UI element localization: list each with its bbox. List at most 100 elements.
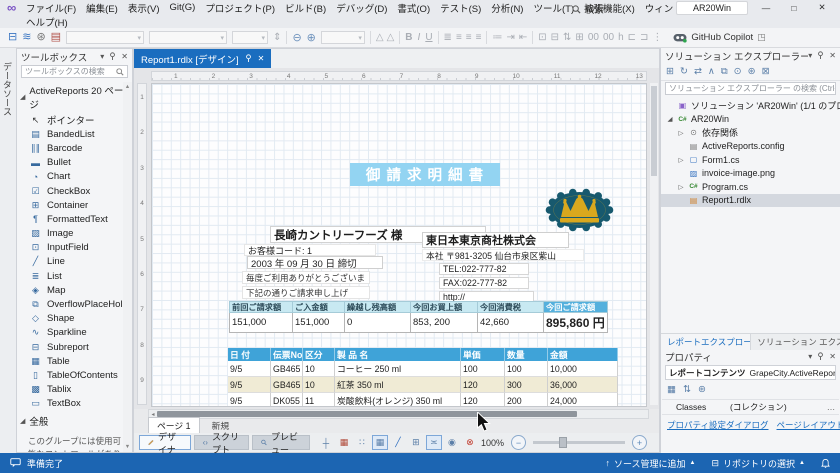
menu-item[interactable]: デバッグ(D) — [336, 1, 387, 15]
toolbox-item[interactable]: ▨ Image — [17, 227, 132, 241]
expander-icon[interactable]: ▷ — [677, 129, 685, 137]
detail-row[interactable]: 9/5 GB465 10 コーヒー 250 ml 100 100 10,000 — [228, 361, 618, 377]
solution-explorer-tool-icon[interactable]: ∧ — [708, 66, 715, 77]
layers-icon[interactable]: ≋ — [22, 32, 31, 43]
summary-header-cell[interactable]: 繰越し残高額 — [345, 301, 411, 313]
summary-header-cell[interactable]: 今回消費税 — [478, 301, 544, 313]
toolbox-item[interactable]: ◇ Shape — [17, 312, 132, 326]
designer-option-icon[interactable]: ≍ — [425, 435, 442, 450]
summary-value-cell[interactable]: 151,000 — [293, 313, 345, 333]
toolbox-scrollbar[interactable]: ▲ ▼ — [123, 82, 132, 452]
detail-row[interactable]: 9/5 DK055 11 炭酸飲料(オレンジ) 350 ml 120 200 2… — [228, 393, 618, 406]
detail-header-cell[interactable]: 日 付 — [228, 348, 271, 361]
format-icon[interactable]: ⋮ — [652, 32, 662, 43]
chevron-down-icon[interactable]: ▾ — [100, 52, 104, 61]
detail-header-cell[interactable]: 区分 — [303, 348, 335, 361]
expander-icon[interactable]: ▷ — [677, 156, 685, 164]
align-icon[interactable]: ≡ — [456, 32, 462, 43]
summary-value-cell[interactable]: 151,000 — [229, 313, 293, 333]
chevron-down-icon[interactable]: ▾ — [808, 51, 812, 60]
company-tel-textbox[interactable]: TEL:022-777-82 — [439, 263, 529, 275]
menu-item[interactable]: 表示(V) — [128, 1, 160, 15]
underline-button[interactable]: U — [425, 32, 432, 43]
detail-header-cell[interactable]: 金額 — [548, 348, 618, 361]
toolbox-search-input[interactable]: ツールボックスの検索 — [21, 65, 128, 78]
pin-icon[interactable] — [245, 54, 252, 63]
tree-item[interactable]: ◢ C# AR20Win — [661, 113, 840, 127]
designer-option-icon[interactable]: ▦ — [371, 435, 388, 450]
pin-icon[interactable] — [817, 352, 824, 361]
close-icon[interactable]: ✕ — [829, 352, 836, 361]
detail-table[interactable]: 日 付伝票No 区分製 品 名単価 数量 金額 9/5 GB465 10 コーヒー 2… — [228, 348, 618, 406]
close-button[interactable]: ✕ — [808, 0, 836, 15]
format-icon[interactable]: ⊐ — [640, 32, 648, 43]
shape-tool-icon[interactable]: △ — [376, 32, 384, 43]
zoom-out-button[interactable]: − — [511, 435, 526, 450]
greeting-line1-textbox[interactable]: 毎度ご利用ありがとうございま — [242, 271, 370, 284]
bold-button[interactable]: B — [405, 32, 412, 43]
summary-value-cell[interactable]: 895,860 円 — [544, 313, 608, 333]
format-icon[interactable]: 00 — [603, 32, 614, 43]
row-height-icon[interactable]: ⇕ — [273, 32, 281, 43]
customer-code-textbox[interactable]: お客様コード: 1 — [244, 244, 376, 256]
italic-button[interactable]: I — [418, 32, 421, 43]
tree-item[interactable]: ▤ ActiveReports.config — [661, 140, 840, 154]
report-title-textbox[interactable]: 御 請 求 明 細 書 — [350, 163, 500, 186]
tree-item[interactable]: ▣ ソリューション 'AR20Win' (1/1 のプロジェクト) — [661, 99, 840, 113]
solution-explorer-tool-icon[interactable]: ⇄ — [694, 66, 702, 77]
zoom-level-dropdown[interactable]: ▾ — [320, 31, 365, 44]
ellipsis-button[interactable]: … — [823, 402, 839, 412]
menu-item[interactable]: 書式(O) — [397, 1, 430, 15]
quick-search[interactable]: 検索 ▾ — [572, 2, 612, 16]
company-address-textbox[interactable]: 本社 〒981-3205 仙台市泉区紫山 — [422, 249, 584, 261]
tab-report-explorer[interactable]: レポートエクスプローラ 20... — [661, 334, 752, 350]
toolbox-item[interactable]: ▩ Tablix — [17, 383, 132, 397]
minimize-button[interactable]: — — [752, 0, 780, 15]
greeting-line2-textbox[interactable]: 下記の通りご請求申し上げ — [242, 286, 370, 299]
toolbox-item[interactable]: ⊞ Container — [17, 198, 132, 212]
summary-value-cell[interactable]: 853, 200 — [411, 313, 478, 333]
toolbox-item[interactable]: ▤ BandedList — [17, 127, 132, 141]
toolbox-item[interactable]: ▯ TableOfContents — [17, 368, 132, 382]
closing-date-textbox[interactable]: 2003 年 09 月 30 日 締切 — [247, 256, 383, 269]
toolbox-item[interactable]: ╱ Line — [17, 255, 132, 269]
format-icon[interactable]: 00 — [588, 32, 599, 43]
format-icon[interactable]: ⊞ — [575, 32, 583, 43]
script-view-button[interactable]: ‹› スクリプト — [193, 432, 250, 455]
properties-tool-icon[interactable]: ⇅ — [683, 384, 691, 395]
solution-explorer-tool-icon[interactable]: ⊞ — [666, 66, 674, 77]
format-icon[interactable]: ⇅ — [563, 32, 571, 43]
report-doc-icon[interactable]: ▤ — [51, 32, 61, 43]
designer-view-button[interactable]: デザイナ — [139, 432, 191, 455]
scrollbar-thumb[interactable] — [651, 86, 657, 176]
summary-header-cell[interactable]: ご入金額 — [293, 301, 345, 313]
menu-item[interactable]: ツール(T) — [533, 1, 574, 15]
font-size-dropdown[interactable]: ▾ — [232, 31, 269, 44]
zoom-in-button[interactable]: + — [632, 435, 647, 450]
font-family-dropdown[interactable]: ▾ — [66, 31, 145, 44]
format-icon[interactable]: ⊡ — [538, 32, 546, 43]
shape-tool-icon[interactable]: △ — [387, 32, 395, 43]
message-icon[interactable] — [10, 458, 21, 468]
menu-item[interactable]: 編集(E) — [86, 1, 118, 15]
list-icon[interactable]: ⇤ — [519, 32, 527, 43]
preview-view-button[interactable]: プレビュー — [252, 432, 310, 455]
chevron-down-icon[interactable]: ▾ — [808, 352, 812, 361]
toolbox-item[interactable]: ⊡ InputField — [17, 241, 132, 255]
align-icon[interactable]: ≡ — [466, 32, 472, 43]
summary-header-cell[interactable]: 前回ご請求額 — [229, 301, 293, 313]
solution-explorer-tool-icon[interactable]: ⊛ — [748, 66, 756, 77]
data-source-vertical-tab[interactable]: データソース — [2, 62, 14, 116]
toolbox-item[interactable]: ¶ FormattedText — [17, 212, 132, 226]
zoom-in-icon[interactable]: ⊕ — [307, 31, 316, 44]
format-icon[interactable]: h — [618, 32, 624, 43]
toolbox-item[interactable]: ∥∥ Barcode — [17, 141, 132, 155]
toolbox-section-general[interactable]: ◢ 全般 — [17, 411, 132, 430]
scrollbar-thumb[interactable] — [157, 411, 577, 417]
bell-icon[interactable] — [821, 458, 830, 469]
expander-icon[interactable]: ◢ — [666, 115, 674, 123]
property-link[interactable]: プロパティ設定ダイアログ — [667, 419, 769, 431]
add-to-source-control-button[interactable]: ↑ ソース管理に追加 ▲ — [605, 457, 695, 470]
github-copilot-button[interactable]: GitHub Copilot ◳ — [673, 32, 766, 43]
copilot-menu-icon[interactable]: ◳ — [757, 32, 766, 43]
